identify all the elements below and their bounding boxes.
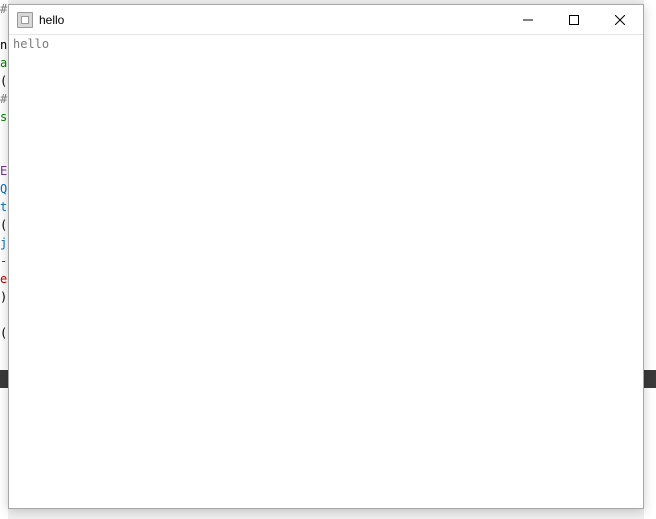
background-dark-strip-left xyxy=(0,370,8,388)
window-controls xyxy=(505,5,643,34)
close-button[interactable] xyxy=(597,5,643,34)
window-title: hello xyxy=(39,13,505,27)
titlebar[interactable]: hello xyxy=(9,5,643,35)
close-icon xyxy=(615,15,625,25)
maximize-button[interactable] xyxy=(551,5,597,34)
content-text: hello xyxy=(13,37,49,51)
application-window: hello hello xyxy=(8,4,644,509)
background-editor-right xyxy=(644,0,656,519)
background-dark-strip-right xyxy=(644,370,656,388)
maximize-icon xyxy=(569,15,579,25)
window-content: hello xyxy=(9,35,643,508)
app-icon xyxy=(17,12,33,28)
background-editor-left: # n a ( # s E Q t ( j - e ) ( xyxy=(0,0,8,519)
minimize-icon xyxy=(523,15,533,25)
minimize-button[interactable] xyxy=(505,5,551,34)
